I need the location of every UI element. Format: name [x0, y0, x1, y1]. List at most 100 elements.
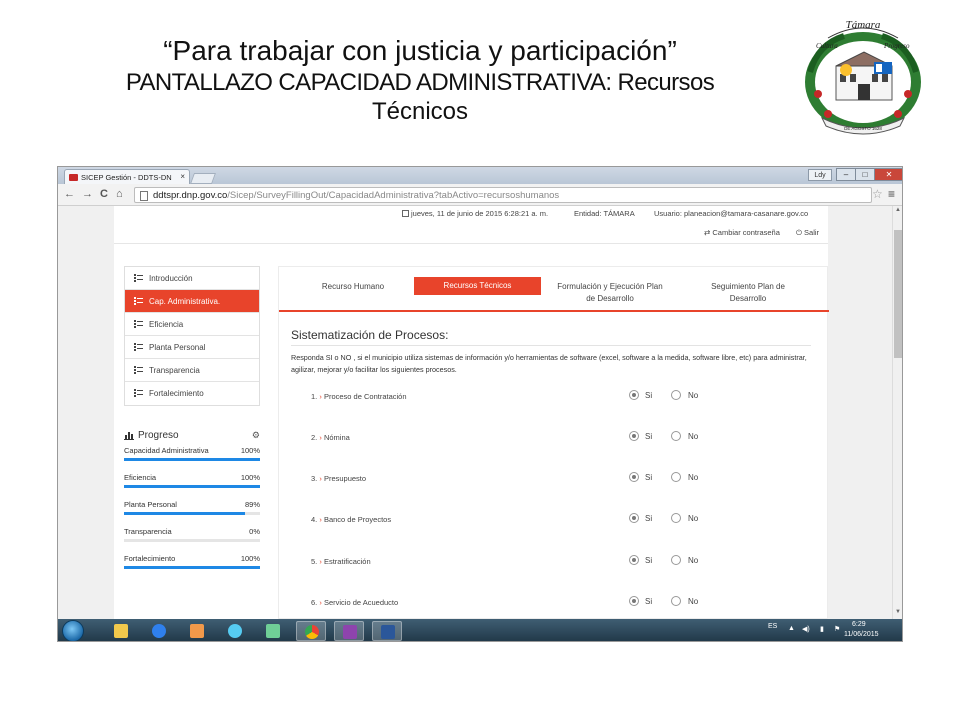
radio-si[interactable]	[629, 431, 639, 441]
windows-taskbar: ES ▲ ◀) ▮ ⚑ 6:29 11/06/2015	[58, 619, 902, 641]
clock-time[interactable]: 6:29	[852, 621, 866, 628]
gear-icon[interactable]: ⚙	[252, 430, 260, 441]
seal-text-right: Progreso	[883, 42, 910, 50]
radio-si[interactable]	[629, 513, 639, 523]
tab-seguimiento-plan[interactable]: Seguimiento Plan de Desarrollo	[681, 277, 815, 310]
session-info-bar: jueves, 11 de junio de 2015 6:28:21 a. m…	[114, 206, 828, 222]
radio-no[interactable]	[671, 390, 681, 400]
progress-row: Planta Personal 89%	[124, 500, 260, 527]
profile-button[interactable]: Ldy	[808, 169, 832, 181]
calendar-icon	[402, 210, 409, 217]
radio-si[interactable]	[629, 472, 639, 482]
municipal-seal-logo: Támara Cultura Progreso DE AGOSTO 1628	[805, 19, 921, 135]
tab-close-icon[interactable]: ×	[180, 172, 185, 181]
sidebar-item-cap-administrativa[interactable]: Cap. Administrativa.	[125, 290, 259, 313]
page-icon	[140, 191, 148, 201]
system-tray: ES ▲ ◀) ▮ ⚑ 6:29 11/06/2015	[764, 619, 902, 641]
browser-titlebar: SICEP Gestión - DDTS-DN × Ldy – □ ✕	[58, 167, 902, 184]
change-password-link[interactable]: ⇄ Cambiar contraseña	[704, 228, 780, 237]
scroll-up-icon[interactable]: ▲	[895, 207, 901, 213]
session-date: jueves, 11 de junio de 2015 6:28:21 a. m…	[402, 209, 548, 218]
progress-title: Progreso ⚙	[124, 430, 260, 446]
question-row: 6. › Servicio de Acueducto Si No	[311, 596, 699, 607]
forward-arrow-icon[interactable]: →	[82, 188, 93, 200]
internet-explorer-taskbar-icon[interactable]	[144, 621, 174, 641]
start-button[interactable]	[62, 620, 84, 641]
media-player-taskbar-icon[interactable]	[182, 621, 212, 641]
progress-fill	[124, 458, 260, 461]
users-taskbar-icon[interactable]	[258, 621, 288, 641]
network-icon[interactable]: ▮	[820, 625, 824, 633]
home-icon[interactable]: ⌂	[116, 188, 123, 200]
browser-tab[interactable]: SICEP Gestión - DDTS-DN ×	[64, 169, 190, 184]
tray-arrow-icon[interactable]: ▲	[788, 625, 795, 632]
bar-chart-icon	[124, 432, 134, 440]
usuario-text: Usuario: planeacion@tamara-casanare.gov.…	[654, 209, 809, 218]
radio-no[interactable]	[671, 431, 681, 441]
list-icon	[134, 366, 143, 374]
word-taskbar-icon[interactable]	[372, 621, 402, 641]
browser-toolbar: ← → C ⌂ ddtspr.dnp.gov.co/Sicep/SurveyFi…	[58, 184, 902, 206]
progress-fill	[124, 485, 260, 488]
progress-row: Fortalecimiento 100%	[124, 554, 260, 581]
tab-formulacion-ejecucion[interactable]: Formulación y Ejecución Plan de Desarroll…	[545, 277, 675, 310]
divider	[291, 345, 811, 346]
sidebar-item-planta-personal[interactable]: Planta Personal	[125, 336, 259, 359]
list-icon	[134, 320, 143, 328]
slide-title: “Para trabajar con justicia y participac…	[60, 34, 780, 126]
sidebar-item-fortalecimiento[interactable]: Fortalecimiento	[125, 382, 259, 405]
radio-si[interactable]	[629, 596, 639, 606]
seal-text-top: Támara	[846, 19, 881, 31]
winrar-taskbar-icon[interactable]	[334, 621, 364, 641]
scroll-down-icon[interactable]: ▼	[895, 609, 901, 615]
slide-title-line1: “Para trabajar con justicia y participac…	[163, 35, 677, 66]
logout-link[interactable]: ⏻ Salir	[796, 228, 819, 238]
bookmark-star-icon[interactable]: ☆	[872, 187, 883, 201]
tab-recurso-humano[interactable]: Recurso Humano	[289, 277, 417, 310]
dnp-logo-icon	[69, 174, 78, 181]
radio-no[interactable]	[671, 555, 681, 565]
progress-fill	[124, 566, 260, 569]
tab-title: SICEP Gestión - DDTS-DN	[81, 173, 172, 182]
url-host: ddtspr.dnp.gov.co	[153, 190, 228, 201]
progress-row: Capacidad Administrativa 100%	[124, 446, 260, 473]
chrome-taskbar-icon[interactable]	[296, 621, 326, 641]
scroll-thumb[interactable]	[894, 230, 902, 358]
sidebar-item-introduccion[interactable]: Introducción	[125, 267, 259, 290]
new-tab-button[interactable]	[189, 173, 217, 184]
slide: “Para trabajar con justicia y participac…	[0, 0, 960, 720]
seal-text-left: Cultura	[816, 42, 838, 50]
sidebar-item-eficiencia[interactable]: Eficiencia	[125, 313, 259, 336]
list-icon	[134, 389, 143, 397]
explorer-taskbar-icon[interactable]	[106, 621, 136, 641]
language-indicator[interactable]: ES	[768, 623, 777, 630]
account-actions: ⇄ Cambiar contraseña ⏻ Salir	[114, 222, 828, 244]
radio-no[interactable]	[671, 472, 681, 482]
maximize-button[interactable]: □	[855, 168, 875, 181]
app-taskbar-icon[interactable]	[220, 621, 250, 641]
radio-si[interactable]	[629, 390, 639, 400]
tab-recursos-tecnicos[interactable]: Recursos Técnicos	[414, 277, 541, 295]
window-close-button[interactable]: ✕	[874, 168, 902, 181]
radio-si[interactable]	[629, 555, 639, 565]
flag-icon[interactable]: ⚑	[834, 625, 840, 633]
minimize-button[interactable]: –	[836, 168, 856, 181]
sidebar-item-transparencia[interactable]: Transparencia	[125, 359, 259, 382]
radio-no[interactable]	[671, 513, 681, 523]
url-path: /Sicep/SurveyFillingOut/CapacidadAdminis…	[227, 190, 560, 201]
volume-icon[interactable]: ◀)	[802, 625, 810, 633]
list-icon	[134, 274, 143, 282]
reload-icon[interactable]: C	[100, 188, 108, 200]
question-row: 3. › Presupuesto Si No	[311, 472, 699, 483]
sicep-page: jueves, 11 de junio de 2015 6:28:21 a. m…	[114, 206, 829, 619]
vertical-scrollbar[interactable]: ▲ ▼	[892, 206, 902, 619]
browser-menu-icon[interactable]: ≡	[888, 187, 895, 201]
progress-fill	[124, 512, 246, 515]
radio-no[interactable]	[671, 596, 681, 606]
back-arrow-icon[interactable]: ←	[64, 188, 75, 200]
address-bar[interactable]: ddtspr.dnp.gov.co/Sicep/SurveyFillingOut…	[134, 187, 872, 203]
question-row: 1. › Proceso de Contratación Si No	[311, 390, 699, 401]
clock-date[interactable]: 11/06/2015	[844, 631, 879, 638]
section-instructions: Responda SI o NO , si el municipio utili…	[291, 353, 807, 374]
main-panel: Recurso Humano Recursos Técnicos Formula…	[278, 266, 829, 619]
